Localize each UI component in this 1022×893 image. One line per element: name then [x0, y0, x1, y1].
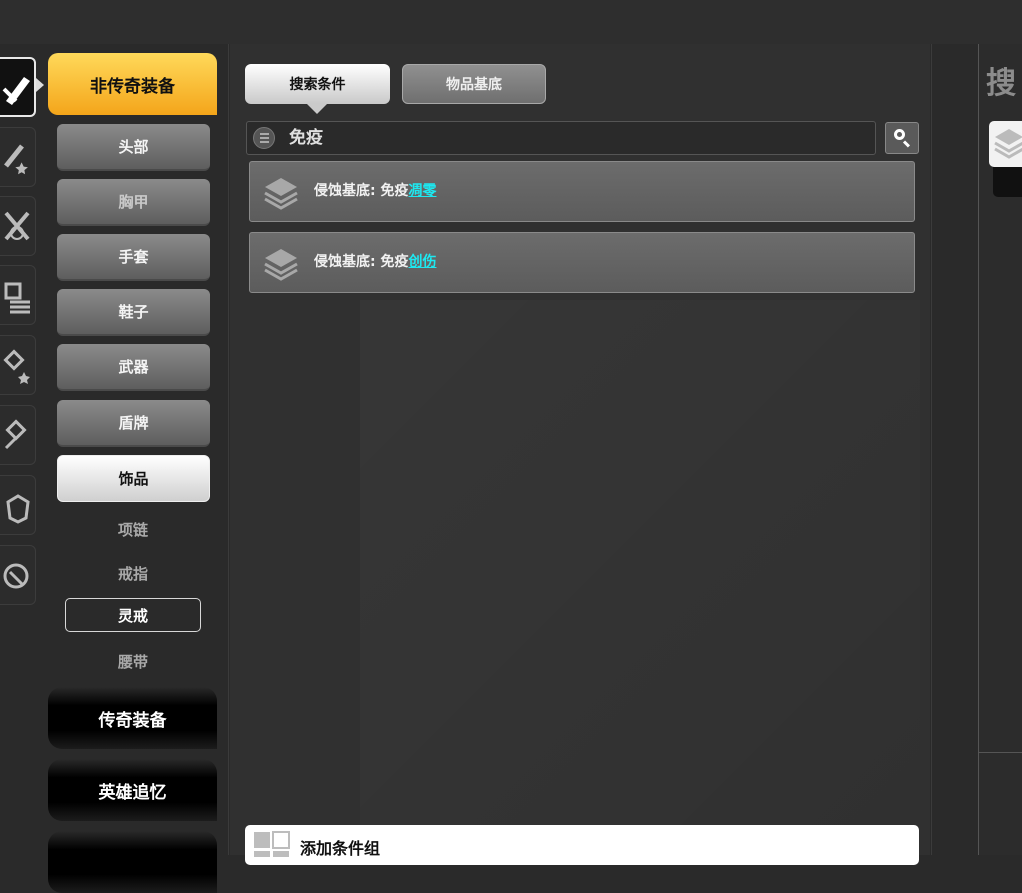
- sub-item-belt[interactable]: 腰带: [65, 644, 201, 678]
- category-more[interactable]: [48, 831, 217, 893]
- top-bar: [0, 0, 1022, 44]
- category-weapon[interactable]: 武器: [57, 344, 210, 391]
- layers-icon: [264, 178, 298, 210]
- add-condition-group-label: 添加条件组: [300, 839, 381, 858]
- layers-icon: [264, 249, 298, 281]
- rail-tab-orb[interactable]: [0, 545, 36, 605]
- rail-tab-equipment[interactable]: [0, 57, 36, 117]
- crossed-swords-icon: [4, 211, 30, 241]
- rail-tab-gem[interactable]: [0, 335, 36, 395]
- layers-icon: [994, 129, 1022, 159]
- result-text: 侵蚀基底: 免疫创伤: [314, 233, 436, 292]
- search-input[interactable]: 免疫: [289, 122, 323, 154]
- category-accessory[interactable]: 饰品: [57, 455, 210, 502]
- rail-tab-affix[interactable]: [0, 127, 36, 187]
- result-row[interactable]: 侵蚀基底: 免疫凋零: [249, 161, 915, 222]
- result-prefix: 侵蚀基底: 免疫: [314, 254, 409, 270]
- search-button[interactable]: [885, 122, 919, 154]
- tab-search-conditions[interactable]: 搜索条件: [245, 64, 390, 114]
- category-shield[interactable]: 盾牌: [57, 400, 210, 447]
- list-icon: [4, 282, 30, 314]
- orb-icon: [3, 563, 29, 589]
- search-icon: [894, 129, 905, 140]
- result-text: 侵蚀基底: 免疫凋零: [314, 162, 436, 221]
- category-head[interactable]: 头部: [57, 124, 210, 171]
- shield-icon: [6, 494, 30, 524]
- divider: [979, 752, 1022, 753]
- right-panel-title: 搜: [986, 66, 1016, 101]
- result-prefix: 侵蚀基底: 免疫: [314, 183, 409, 199]
- category-legendary[interactable]: 传奇装备: [48, 687, 217, 749]
- category-boots[interactable]: 鞋子: [57, 289, 210, 336]
- sword-star-icon: [4, 144, 28, 175]
- result-link[interactable]: 凋零: [408, 183, 436, 199]
- search-icon-handle: [902, 140, 911, 148]
- active-arrow-icon: [36, 78, 44, 92]
- sword-icon: [2, 77, 30, 105]
- right-panel-item[interactable]: [989, 121, 1022, 167]
- tab-item-base[interactable]: 物品基底: [402, 64, 546, 104]
- list-icon[interactable]: [253, 127, 275, 149]
- category-gloves[interactable]: 手套: [57, 234, 210, 281]
- rail-tab-craft[interactable]: [0, 196, 36, 256]
- sub-item-necklace[interactable]: 项链: [65, 512, 201, 546]
- rail-tab-chain[interactable]: [0, 405, 36, 465]
- category-hero-memory[interactable]: 英雄追忆: [48, 759, 217, 821]
- rail-tab-list[interactable]: [0, 265, 36, 325]
- chain-icon: [4, 419, 27, 450]
- gem-star-icon: [3, 349, 30, 384]
- add-condition-group-button[interactable]: 添加条件组: [245, 825, 919, 865]
- result-link[interactable]: 创伤: [408, 254, 436, 270]
- sub-item-spirit-ring[interactable]: 灵戒: [65, 598, 201, 632]
- category-chest[interactable]: 胸甲: [57, 179, 210, 226]
- rail-tab-shield[interactable]: [0, 475, 36, 535]
- search-field[interactable]: 免疫: [246, 121, 876, 155]
- sub-item-ring[interactable]: 戒指: [65, 556, 201, 590]
- category-non-legendary[interactable]: 非传奇装备: [48, 53, 217, 115]
- result-row[interactable]: 侵蚀基底: 免疫创伤: [249, 232, 915, 293]
- grid-icon: [254, 831, 290, 857]
- right-panel-item-footer: [993, 167, 1022, 197]
